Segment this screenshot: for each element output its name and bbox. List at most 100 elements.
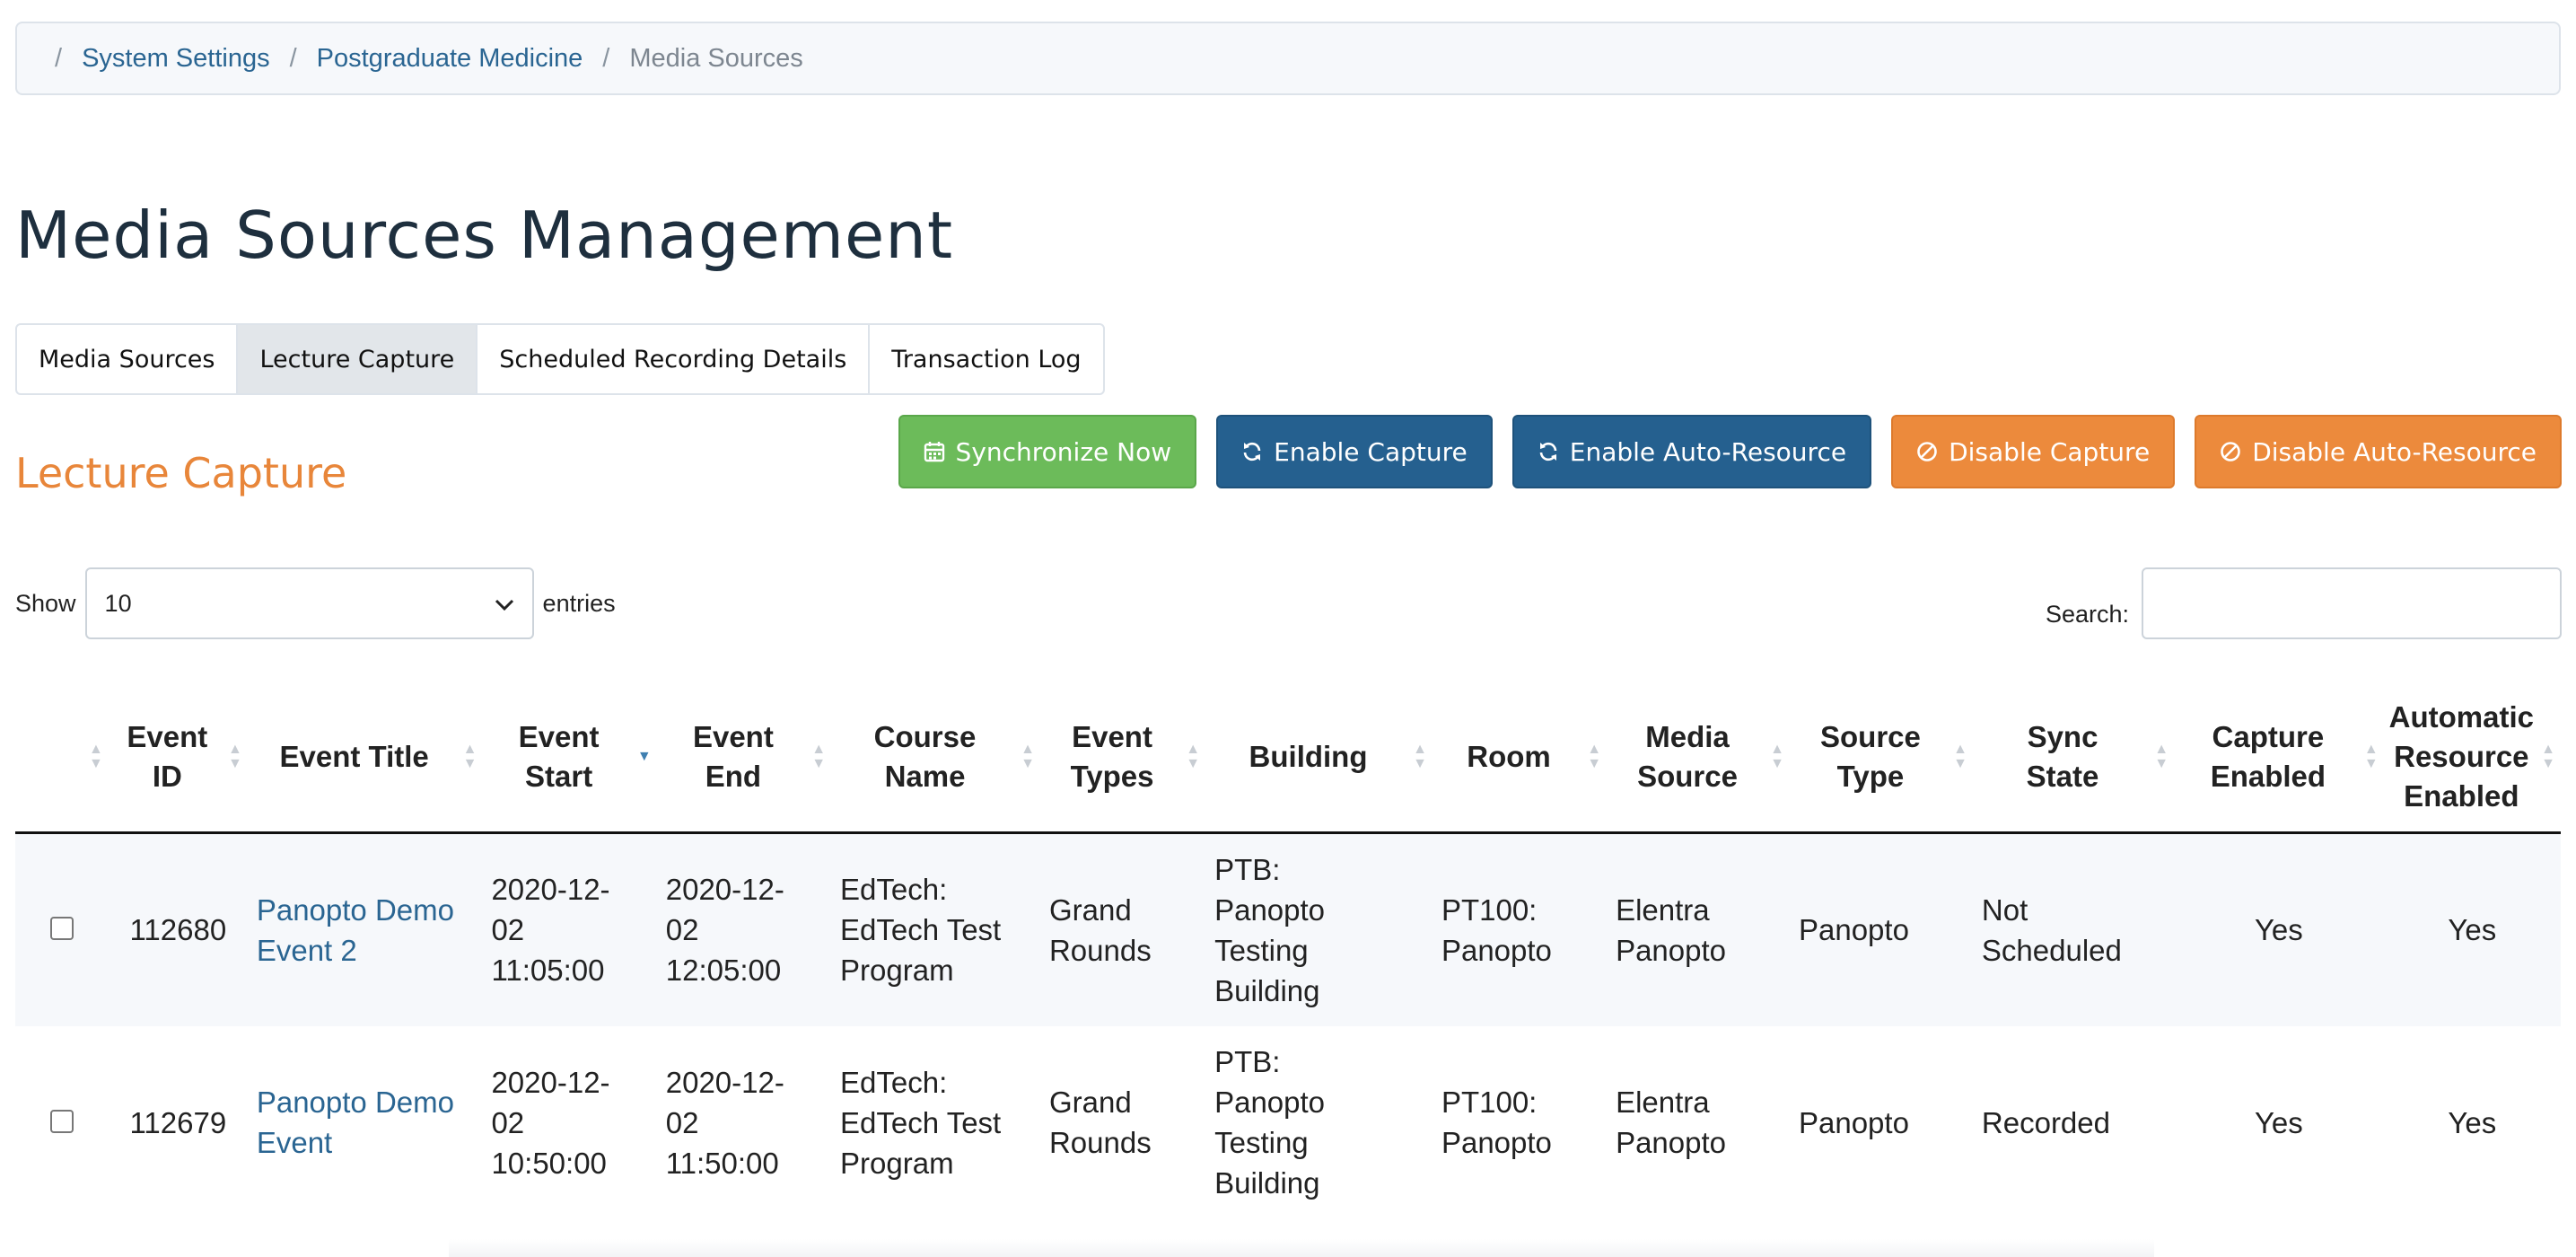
sort-icon: ▲ ▼ — [2363, 742, 2379, 771]
column-header-media-source[interactable]: Media Source ▲ ▼ — [1607, 682, 1790, 834]
tab-lecture-capture[interactable]: Lecture Capture — [238, 325, 478, 393]
event-title-link[interactable]: Panopto Demo Event 2 — [257, 893, 454, 967]
media-source-cell: Elentra Panopto — [1616, 1086, 1727, 1159]
event-start-cell: 2020-12- 02 11:05:00 — [491, 873, 610, 988]
capture-enabled-cell: Yes — [2254, 1105, 2303, 1139]
event-types-cell: Grand Rounds — [1048, 1086, 1152, 1159]
event-title-cell: Panopto Demo Event — [248, 1026, 483, 1219]
event-title-cell: Panopto Demo Event 2 — [248, 833, 483, 1026]
event-end-cell: 2020-12- 02 12:05:00 — [665, 873, 784, 988]
disable-auto-resource-button[interactable]: Disable Auto-Resource — [2195, 415, 2562, 488]
event-start-cell: 2020-12- 02 10:50:00 — [491, 1065, 610, 1180]
breadcrumb-separator: / — [55, 43, 63, 73]
enable-capture-button[interactable]: Enable Capture — [1216, 415, 1493, 488]
media-source-cell: Elentra Panopto — [1616, 892, 1727, 967]
sort-icon: ▲ ▼ — [1021, 742, 1035, 771]
breadcrumb-item-system-settings[interactable]: System Settings — [82, 44, 270, 74]
event-end-cell: 2020-12- 02 11:50:00 — [665, 1065, 784, 1180]
course-name-cell: EdTech: EdTech Test Program — [840, 873, 1002, 988]
sort-icon: ▲ ▼ — [1953, 742, 1967, 771]
disable-capture-button[interactable]: Disable Capture — [1891, 415, 2176, 488]
tab-media-sources[interactable]: Media Sources — [17, 325, 239, 393]
breadcrumb-separator: / — [602, 43, 610, 73]
show-label: Show — [15, 589, 76, 617]
column-header-source-type[interactable]: Source Type ▲ ▼ — [1789, 682, 1973, 834]
synchronize-now-label: Synchronize Now — [955, 436, 1172, 467]
breadcrumb-item-current: Media Sources — [629, 43, 803, 73]
column-header-event-title[interactable]: Event Title ▲ ▼ — [247, 682, 483, 834]
enable-auto-resource-button[interactable]: Enable Auto-Resource — [1511, 415, 1872, 488]
tab-transaction-log[interactable]: Transaction Log — [870, 325, 1102, 393]
room-cell: PT100: Panopto — [1441, 892, 1552, 967]
table-row: 112680 Panopto Demo Event 2 2020-12- 02 11:… — [15, 832, 2561, 1026]
column-header-building[interactable]: Building ▲ ▼ — [1205, 682, 1433, 834]
lecture-capture-table: ▲ ▼ Event ID ▲ ▼ Event Title ▲ ▼ Event Start ▼ E… — [15, 682, 2561, 1219]
column-header-event-start[interactable]: Event Start ▼ — [482, 682, 657, 834]
entries-label: entries — [542, 589, 616, 617]
sort-descending-icon: ▼ — [636, 749, 652, 764]
action-toolbar: Synchronize Now Enable Capture Enable Au… — [898, 415, 2562, 488]
column-header-event-types[interactable]: Event Types ▲ ▼ — [1039, 682, 1206, 834]
course-name-cell: EdTech: EdTech Test Program — [840, 1065, 1002, 1180]
enable-auto-resource-label: Enable Auto-Resource — [1569, 436, 1847, 467]
enable-capture-label: Enable Capture — [1274, 436, 1468, 467]
column-header-sync-state[interactable]: Sync State ▲ ▼ — [1972, 682, 2175, 834]
ban-icon — [1916, 441, 1938, 462]
section-title: Lecture Capture — [15, 449, 347, 497]
sort-icon: ▲ ▼ — [1770, 742, 1784, 771]
event-id-cell: 112679 — [129, 1105, 227, 1139]
column-header-room[interactable]: Room ▲ ▼ — [1432, 682, 1608, 834]
source-type-cell: Panopto — [1798, 913, 1909, 947]
sync-state-cell: Recorded — [1981, 1105, 2110, 1139]
sort-icon: ▲ ▼ — [2541, 742, 2555, 771]
table-row: 112679 Panopto Demo Event 2020-12- 02 10:50… — [15, 1026, 2561, 1219]
breadcrumb-separator: / — [289, 43, 297, 73]
row-checkbox[interactable] — [49, 917, 74, 941]
column-header-automatic-resource-enabled[interactable]: Automatic Resource Enabled ▲ ▼ — [2383, 682, 2561, 834]
select-column-header[interactable]: ▲ ▼ — [15, 682, 109, 834]
column-header-event-id[interactable]: Event ID ▲ ▼ — [108, 682, 248, 834]
event-title-link[interactable]: Panopto Demo Event — [257, 1086, 454, 1159]
page-title: Media Sources Management — [15, 198, 954, 273]
sort-icon: ▲ ▼ — [1587, 742, 1602, 771]
capture-enabled-cell: Yes — [2254, 913, 2303, 947]
room-cell: PT100: Panopto — [1441, 1086, 1552, 1159]
sort-icon: ▲ ▼ — [1186, 742, 1201, 771]
column-header-event-end[interactable]: Event End ▲ ▼ — [656, 682, 832, 834]
calendar-icon — [924, 441, 945, 462]
auto-resource-enabled-cell: Yes — [2448, 913, 2497, 947]
refresh-icon — [1241, 441, 1263, 462]
source-type-cell: Panopto — [1798, 1105, 1909, 1139]
breadcrumb: / System Settings / Postgraduate Medicin… — [15, 22, 2561, 95]
sort-icon: ▲ ▼ — [89, 742, 103, 771]
search-input[interactable] — [2142, 567, 2562, 639]
disable-auto-resource-label: Disable Auto-Resource — [2252, 436, 2537, 467]
entries-length-control: Show 10 entries — [15, 567, 616, 639]
column-header-course-name[interactable]: Course Name ▲ ▼ — [831, 682, 1040, 834]
tab-scheduled-recording-details[interactable]: Scheduled Recording Details — [478, 325, 871, 393]
sort-icon: ▲ ▼ — [2154, 742, 2169, 771]
refresh-icon — [1538, 441, 1559, 462]
entries-select[interactable]: 10 — [84, 567, 534, 639]
breadcrumb-item-postgraduate-medicine[interactable]: Postgraduate Medicine — [317, 44, 583, 74]
sort-icon: ▲ ▼ — [228, 742, 242, 771]
column-header-capture-enabled[interactable]: Capture Enabled ▲ ▼ — [2174, 682, 2384, 834]
building-cell: PTB: Panopto Testing Building — [1214, 1045, 1326, 1200]
sync-state-cell: Not Scheduled — [1981, 892, 2122, 967]
sort-icon: ▲ ▼ — [1413, 742, 1427, 771]
auto-resource-enabled-cell: Yes — [2448, 1105, 2497, 1139]
tab-bar: Media Sources Lecture Capture Scheduled … — [15, 323, 1105, 395]
ban-icon — [2220, 441, 2241, 462]
event-id-cell: 112680 — [129, 913, 227, 947]
sort-icon: ▲ ▼ — [811, 742, 827, 771]
chevron-down-icon — [495, 590, 514, 618]
scroll-shadow — [449, 1239, 2154, 1257]
search-control: Search: — [2046, 567, 2562, 639]
row-checkbox[interactable] — [49, 1109, 74, 1133]
building-cell: PTB: Panopto Testing Building — [1214, 852, 1326, 1007]
synchronize-now-button[interactable]: Synchronize Now — [898, 415, 1197, 488]
disable-capture-label: Disable Capture — [1949, 436, 2151, 467]
sort-icon: ▲ ▼ — [462, 742, 478, 771]
entries-select-value: 10 — [104, 589, 132, 617]
row-select-cell — [15, 833, 109, 1026]
